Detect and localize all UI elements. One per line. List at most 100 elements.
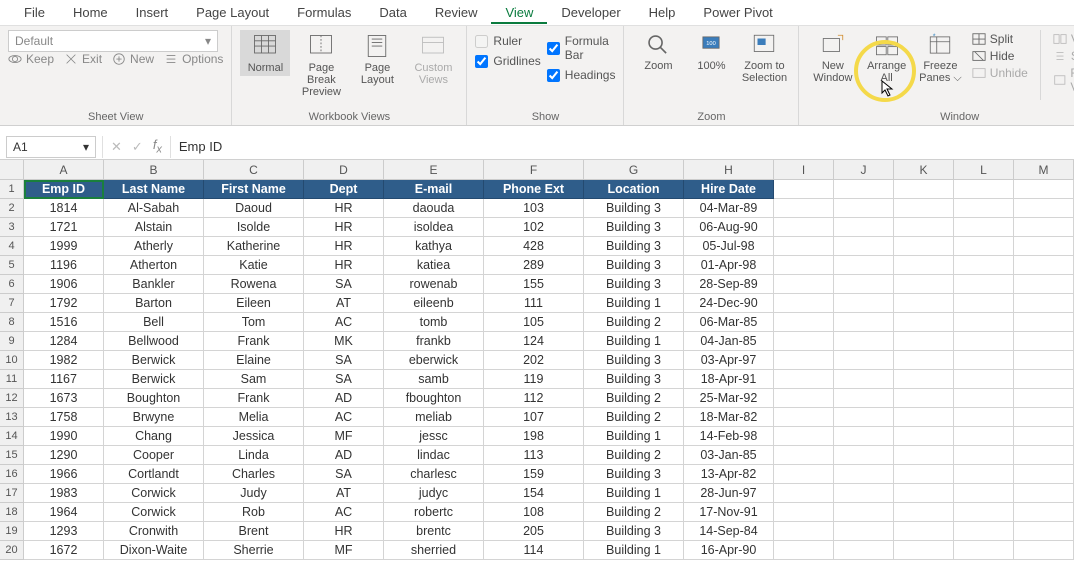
row-header[interactable]: 12: [0, 389, 24, 408]
cell[interactable]: [774, 465, 834, 484]
row-header[interactable]: 8: [0, 313, 24, 332]
cell[interactable]: 06-Aug-90: [684, 218, 774, 237]
cell[interactable]: rowenab: [384, 275, 484, 294]
cell[interactable]: 1792: [24, 294, 104, 313]
row-header[interactable]: 16: [0, 465, 24, 484]
cell[interactable]: [1014, 427, 1074, 446]
col-header-F[interactable]: F: [484, 160, 584, 179]
cell[interactable]: [834, 351, 894, 370]
cell[interactable]: 04-Jan-85: [684, 332, 774, 351]
cell[interactable]: jessc: [384, 427, 484, 446]
cell[interactable]: Brent: [204, 522, 304, 541]
cell[interactable]: Building 1: [584, 294, 684, 313]
cell[interactable]: Building 3: [584, 275, 684, 294]
cell[interactable]: [774, 522, 834, 541]
cell[interactable]: 13-Apr-82: [684, 465, 774, 484]
cell[interactable]: [1014, 256, 1074, 275]
cell[interactable]: 107: [484, 408, 584, 427]
cell[interactable]: [834, 218, 894, 237]
cell[interactable]: [894, 332, 954, 351]
cell[interactable]: Cooper: [104, 446, 204, 465]
cell[interactable]: [834, 199, 894, 218]
cell[interactable]: First Name: [204, 180, 304, 199]
sync-scroll-button[interactable]: Synchr: [1053, 49, 1074, 63]
cell[interactable]: [954, 370, 1014, 389]
keep-button[interactable]: Keep: [8, 52, 54, 66]
cell[interactable]: Katherine: [204, 237, 304, 256]
cell[interactable]: Phone Ext: [484, 180, 584, 199]
cell[interactable]: [834, 541, 894, 560]
cell[interactable]: Berwick: [104, 370, 204, 389]
cell[interactable]: Emp ID: [24, 180, 104, 199]
col-header-B[interactable]: B: [104, 160, 204, 179]
cell[interactable]: Barton: [104, 294, 204, 313]
fx-icon[interactable]: fx: [153, 137, 162, 156]
cell[interactable]: [774, 503, 834, 522]
cell[interactable]: Corwick: [104, 484, 204, 503]
menu-help[interactable]: Help: [635, 1, 690, 24]
cell[interactable]: 1721: [24, 218, 104, 237]
cell[interactable]: 03-Jan-85: [684, 446, 774, 465]
zoom-button[interactable]: Zoom: [632, 30, 684, 74]
cell[interactable]: [894, 503, 954, 522]
cell[interactable]: [1014, 275, 1074, 294]
cell[interactable]: Building 3: [584, 351, 684, 370]
view-side-by-side-button[interactable]: View S: [1053, 32, 1074, 46]
menu-data[interactable]: Data: [365, 1, 420, 24]
normal-view-button[interactable]: Normal: [240, 30, 290, 76]
cell[interactable]: Linda: [204, 446, 304, 465]
cell[interactable]: AC: [304, 503, 384, 522]
cell[interactable]: Last Name: [104, 180, 204, 199]
cell[interactable]: Bell: [104, 313, 204, 332]
cell[interactable]: AT: [304, 484, 384, 503]
zoom-100-button[interactable]: 100 100%: [690, 30, 732, 74]
col-header-C[interactable]: C: [204, 160, 304, 179]
cell[interactable]: 1673: [24, 389, 104, 408]
cell[interactable]: AD: [304, 389, 384, 408]
cell[interactable]: [954, 275, 1014, 294]
cell[interactable]: [894, 313, 954, 332]
cell[interactable]: judyc: [384, 484, 484, 503]
cell[interactable]: [834, 427, 894, 446]
cell[interactable]: 1196: [24, 256, 104, 275]
row-header[interactable]: 13: [0, 408, 24, 427]
cell[interactable]: [834, 237, 894, 256]
cell[interactable]: [954, 541, 1014, 560]
sheet-view-dropdown[interactable]: Default ▾: [8, 30, 218, 52]
row-header[interactable]: 3: [0, 218, 24, 237]
spreadsheet-grid[interactable]: ABCDEFGHIJKLM 1Emp IDLast NameFirst Name…: [0, 160, 1074, 560]
cell[interactable]: 06-Mar-85: [684, 313, 774, 332]
headings-checkbox[interactable]: Headings: [547, 68, 616, 82]
cell[interactable]: [954, 237, 1014, 256]
hide-button[interactable]: Hide: [972, 49, 1028, 63]
cell[interactable]: [834, 275, 894, 294]
cell[interactable]: [954, 313, 1014, 332]
cell[interactable]: [774, 351, 834, 370]
cell[interactable]: kathya: [384, 237, 484, 256]
row-header[interactable]: 5: [0, 256, 24, 275]
select-all-corner[interactable]: [0, 160, 24, 179]
cell[interactable]: Building 2: [584, 408, 684, 427]
cell[interactable]: [894, 408, 954, 427]
cell[interactable]: [954, 427, 1014, 446]
custom-views-button[interactable]: Custom Views: [408, 30, 458, 88]
cell[interactable]: Sam: [204, 370, 304, 389]
cell[interactable]: [954, 218, 1014, 237]
cell[interactable]: 105: [484, 313, 584, 332]
cell[interactable]: Bellwood: [104, 332, 204, 351]
cell[interactable]: eberwick: [384, 351, 484, 370]
cell[interactable]: Boughton: [104, 389, 204, 408]
cell[interactable]: 1906: [24, 275, 104, 294]
cell[interactable]: 24-Dec-90: [684, 294, 774, 313]
cell[interactable]: Judy: [204, 484, 304, 503]
cell[interactable]: brentc: [384, 522, 484, 541]
col-header-A[interactable]: A: [24, 160, 104, 179]
ruler-checkbox[interactable]: Ruler: [475, 34, 540, 48]
cell[interactable]: [1014, 465, 1074, 484]
cell[interactable]: [954, 180, 1014, 199]
col-header-G[interactable]: G: [584, 160, 684, 179]
cell[interactable]: Frank: [204, 332, 304, 351]
freeze-panes-button[interactable]: * Freeze Panes ⌵: [915, 30, 966, 86]
row-header[interactable]: 2: [0, 199, 24, 218]
cell[interactable]: [894, 237, 954, 256]
